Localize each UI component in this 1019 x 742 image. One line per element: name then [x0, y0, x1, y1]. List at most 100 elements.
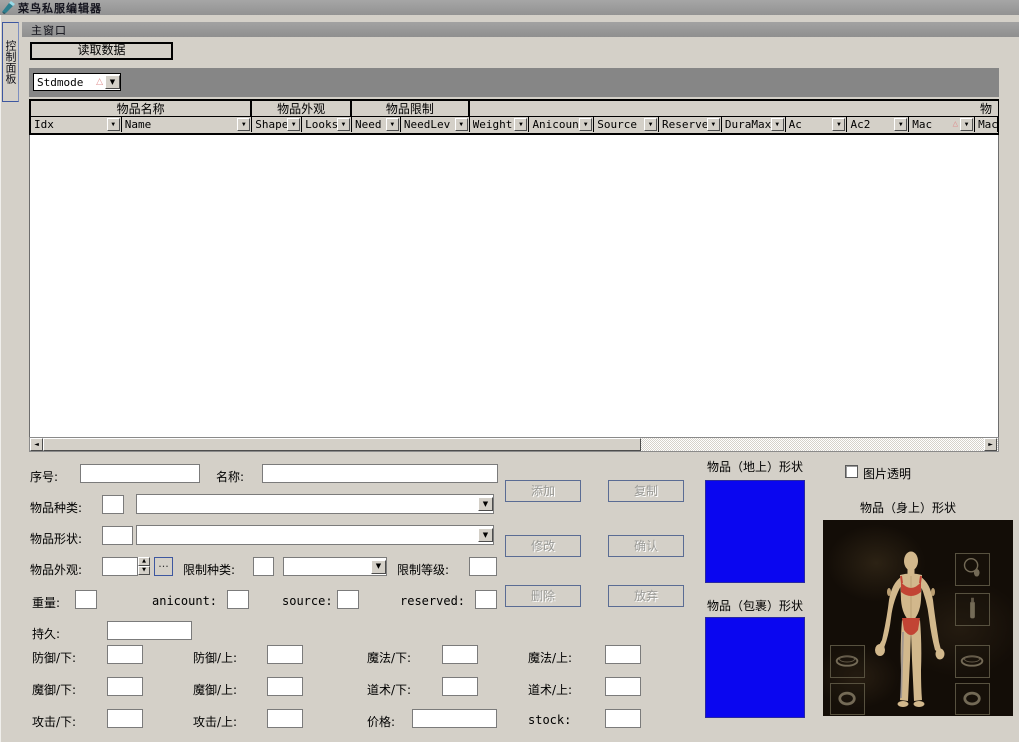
chevron-down-icon[interactable]: ▼	[105, 75, 120, 89]
serial-input[interactable]	[80, 464, 200, 483]
necklace-slot	[955, 553, 990, 586]
col-reserve-label: Reserve	[662, 118, 707, 131]
chevron-down-icon[interactable]: ▼	[386, 118, 399, 131]
delete-button[interactable]: 删除	[505, 585, 581, 607]
table-mode-combo[interactable]: Stdmode △ ▼	[33, 73, 121, 91]
col-name[interactable]: Name▼	[122, 117, 253, 132]
chevron-down-icon[interactable]: ▼	[237, 118, 250, 131]
ring-icon	[956, 684, 989, 714]
restrict-type-label: 限制种类:	[183, 561, 235, 578]
col-mac[interactable]: Mac△▼	[909, 117, 975, 132]
chevron-down-icon[interactable]: ▼	[455, 118, 468, 131]
magic-high-input[interactable]	[605, 645, 641, 664]
item-look-spinner[interactable]: ▲ ▼	[138, 557, 150, 576]
item-shape-code-input[interactable]	[102, 526, 133, 545]
browse-ellipsis-button[interactable]: ...	[154, 557, 173, 576]
col-ac2[interactable]: Ac2▼	[847, 117, 909, 132]
bracelet-icon	[831, 646, 864, 677]
weight-input[interactable]	[75, 590, 97, 609]
reserved-input[interactable]	[475, 590, 497, 609]
grid-horizontal-scrollbar[interactable]: ◄ ►	[29, 437, 999, 452]
col-idx-label: Idx	[34, 118, 107, 131]
durability-input[interactable]	[107, 621, 192, 640]
col-weight[interactable]: Weight▼	[470, 117, 530, 132]
col-anicount[interactable]: Anicoun▼	[529, 117, 594, 132]
chevron-down-icon[interactable]: ▼	[832, 118, 845, 131]
col-mac2[interactable]: Mac	[975, 117, 998, 132]
scroll-right-icon[interactable]: ►	[984, 438, 997, 451]
load-data-button[interactable]: 读取数据	[30, 42, 173, 60]
tao-low-input[interactable]	[442, 677, 478, 696]
chevron-down-icon[interactable]: ▼	[771, 118, 784, 131]
col-looks[interactable]: Looks▼	[302, 117, 352, 132]
col-need[interactable]: Need▼	[352, 117, 401, 132]
col-looks-label: Looks	[305, 118, 337, 131]
col-needlev-label: NeedLev	[404, 118, 455, 131]
col-need-label: Need	[355, 118, 386, 131]
chevron-down-icon[interactable]: ▼	[107, 118, 120, 131]
scroll-left-icon[interactable]: ◄	[30, 438, 43, 451]
anicount-input[interactable]	[227, 590, 249, 609]
transparent-checkbox-label: 图片透明	[863, 465, 911, 482]
item-look-input[interactable]	[102, 557, 138, 576]
serial-label: 序号:	[30, 468, 58, 485]
chevron-down-icon[interactable]: ▼	[478, 528, 493, 542]
chevron-down-icon[interactable]: ▼	[514, 118, 527, 131]
price-input[interactable]	[412, 709, 497, 728]
chevron-down-icon[interactable]: ▼	[894, 118, 907, 131]
chevron-down-icon[interactable]: ▼	[707, 118, 720, 131]
modify-button[interactable]: 修改	[505, 535, 581, 557]
sidebar-tab-control-panel[interactable]: 控制面板	[2, 22, 19, 102]
scrollbar-thumb[interactable]	[43, 438, 641, 451]
name-input[interactable]	[262, 464, 498, 483]
spinner-up-icon[interactable]: ▲	[138, 557, 150, 566]
source-input[interactable]	[337, 590, 359, 609]
spinner-down-icon[interactable]: ▼	[138, 566, 150, 575]
window-title: 菜鸟私服编辑器	[18, 0, 102, 16]
chevron-down-icon[interactable]: ▼	[337, 118, 350, 131]
chevron-down-icon[interactable]: ▼	[478, 497, 493, 511]
col-duramax[interactable]: DuraMax▼	[722, 117, 786, 132]
col-ac[interactable]: Ac▼	[786, 117, 848, 132]
transparent-checkbox[interactable]	[845, 465, 858, 478]
mdef-high-input[interactable]	[267, 677, 303, 696]
tao-high-input[interactable]	[605, 677, 641, 696]
atk-low-input[interactable]	[107, 709, 143, 728]
def-low-input[interactable]	[107, 645, 143, 664]
restrict-type-code-input[interactable]	[253, 557, 274, 576]
name-label: 名称:	[216, 468, 244, 485]
confirm-button[interactable]: 确认	[608, 535, 684, 557]
chevron-down-icon[interactable]: ▼	[287, 118, 300, 131]
col-source-label: Source	[597, 118, 644, 131]
col-ac2-label: Ac2	[850, 118, 894, 131]
grid-body[interactable]	[29, 135, 999, 437]
chevron-down-icon[interactable]: ▼	[960, 118, 973, 131]
col-needlev[interactable]: NeedLev▼	[401, 117, 470, 132]
chevron-down-icon[interactable]: ▼	[579, 118, 592, 131]
item-type-code-input[interactable]	[102, 495, 124, 514]
ground-shape-label: 物品（地上）形状	[700, 458, 810, 475]
item-shape-combo[interactable]: ▼	[136, 525, 494, 545]
chevron-down-icon[interactable]: ▼	[644, 118, 657, 131]
discard-button[interactable]: 放弃	[608, 585, 684, 607]
restrict-level-input[interactable]	[469, 557, 497, 576]
group-item-appearance: 物品外观	[252, 101, 352, 116]
col-source[interactable]: Source▼	[594, 117, 659, 132]
editor-window: 菜鸟私服编辑器 控制面板 主窗口 读取数据 Stdmode △ ▼ 物品名称物品…	[0, 0, 1019, 742]
magic-low-input[interactable]	[442, 645, 478, 664]
col-idx[interactable]: Idx▼	[31, 117, 122, 132]
restrict-type-combo[interactable]: ▼	[283, 557, 387, 576]
grid-toolband: Stdmode △ ▼	[29, 68, 999, 97]
mdef-low-input[interactable]	[107, 677, 143, 696]
copy-button[interactable]: 复制	[608, 480, 684, 502]
col-shape[interactable]: Shape▼	[252, 117, 302, 132]
stock-input[interactable]	[605, 709, 641, 728]
item-type-combo[interactable]: ▼	[136, 494, 494, 514]
def-high-input[interactable]	[267, 645, 303, 664]
add-button[interactable]: 添加	[505, 480, 581, 502]
col-weight-label: Weight	[473, 118, 515, 131]
col-reserve[interactable]: Reserve▼	[659, 117, 722, 132]
sort-ascending-icon: △	[953, 120, 958, 129]
atk-high-input[interactable]	[267, 709, 303, 728]
chevron-down-icon[interactable]: ▼	[371, 560, 386, 574]
